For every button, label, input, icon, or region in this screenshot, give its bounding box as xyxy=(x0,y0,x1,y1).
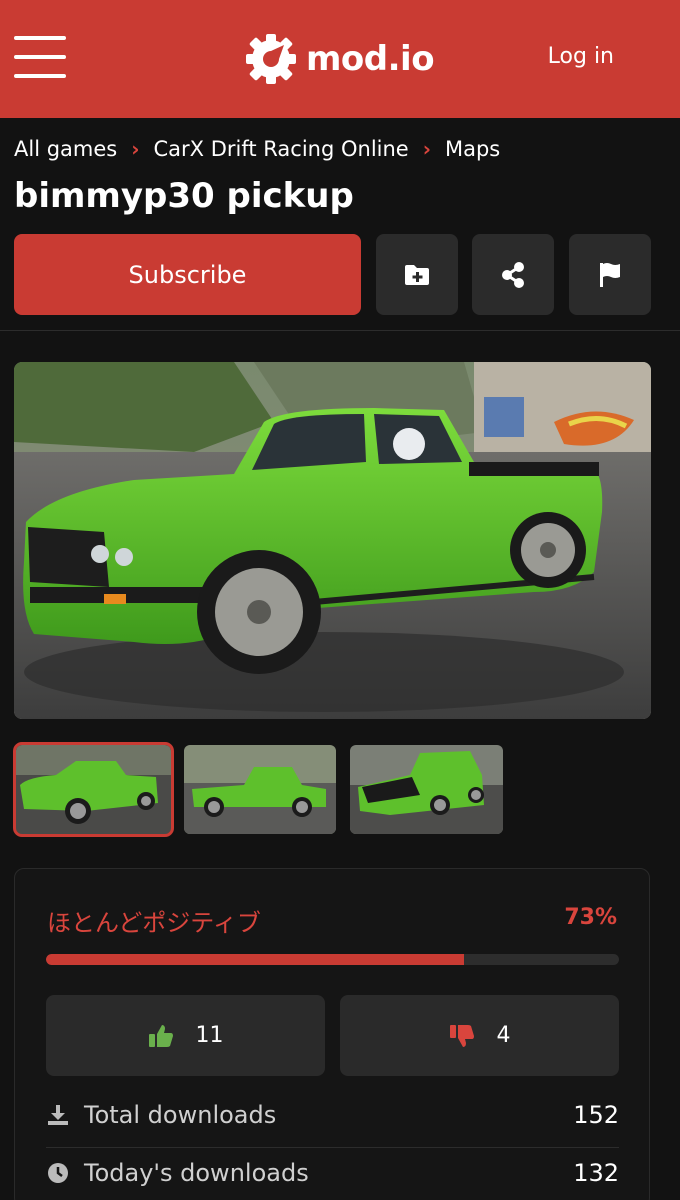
breadcrumb-game[interactable]: CarX Drift Racing Online xyxy=(153,137,408,161)
share-button[interactable] xyxy=(472,234,554,315)
login-link[interactable]: Log in xyxy=(548,44,614,69)
upvote-count: 11 xyxy=(195,1023,224,1048)
mod-io-cog-icon xyxy=(246,34,296,84)
downvote-button[interactable]: 4 xyxy=(340,995,619,1076)
share-icon xyxy=(502,261,524,288)
gallery-thumbnail-1[interactable] xyxy=(13,742,174,837)
gallery-thumbnail-2[interactable] xyxy=(184,745,336,834)
brand-name: mod.io xyxy=(306,39,435,79)
subscribe-button[interactable]: Subscribe xyxy=(14,234,361,315)
upvote-button[interactable]: 11 xyxy=(46,995,325,1076)
rating-bar xyxy=(46,954,619,965)
breadcrumb-category[interactable]: Maps xyxy=(445,137,500,161)
thumbs-down-icon xyxy=(449,1024,474,1047)
report-flag-icon xyxy=(600,262,620,287)
breadcrumb-all-games[interactable]: All games xyxy=(14,137,117,161)
stat-todays-downloads: Today's downloads 132 xyxy=(46,1159,619,1187)
rating-bar-fill xyxy=(46,954,465,965)
breadcrumb: All games › CarX Drift Racing Online › M… xyxy=(14,137,500,161)
download-icon xyxy=(46,1103,70,1127)
gallery-thumbnail-3[interactable] xyxy=(350,745,503,834)
stat-value: 132 xyxy=(573,1159,619,1187)
page-title: bimmyp30 pickup xyxy=(14,176,354,216)
top-bar: mod.io Log in xyxy=(0,0,680,118)
thumbs-up-icon xyxy=(148,1024,173,1047)
chevron-right-icon: › xyxy=(131,137,140,161)
stat-total-downloads: Total downloads 152 xyxy=(46,1101,619,1129)
add-to-collection-icon xyxy=(405,264,429,285)
brand-logo[interactable]: mod.io xyxy=(244,30,435,88)
add-to-collection-button[interactable] xyxy=(376,234,458,315)
downvote-count: 4 xyxy=(496,1023,511,1048)
menu-icon[interactable] xyxy=(14,36,66,78)
stat-label: Total downloads xyxy=(84,1101,277,1129)
rating-percent: 73% xyxy=(564,905,617,930)
stat-divider xyxy=(46,1147,619,1148)
mod-main-image[interactable] xyxy=(14,362,651,719)
rating-label: ほとんどポジティブ xyxy=(47,909,261,937)
clock-icon xyxy=(46,1161,70,1185)
stat-value: 152 xyxy=(573,1101,619,1129)
section-divider xyxy=(0,330,680,331)
chevron-right-icon: › xyxy=(422,137,431,161)
rating-card: ほとんどポジティブ 73% 11 4 Total downloads 152 T… xyxy=(14,868,650,1200)
report-button[interactable] xyxy=(569,234,651,315)
stat-label: Today's downloads xyxy=(84,1159,309,1187)
